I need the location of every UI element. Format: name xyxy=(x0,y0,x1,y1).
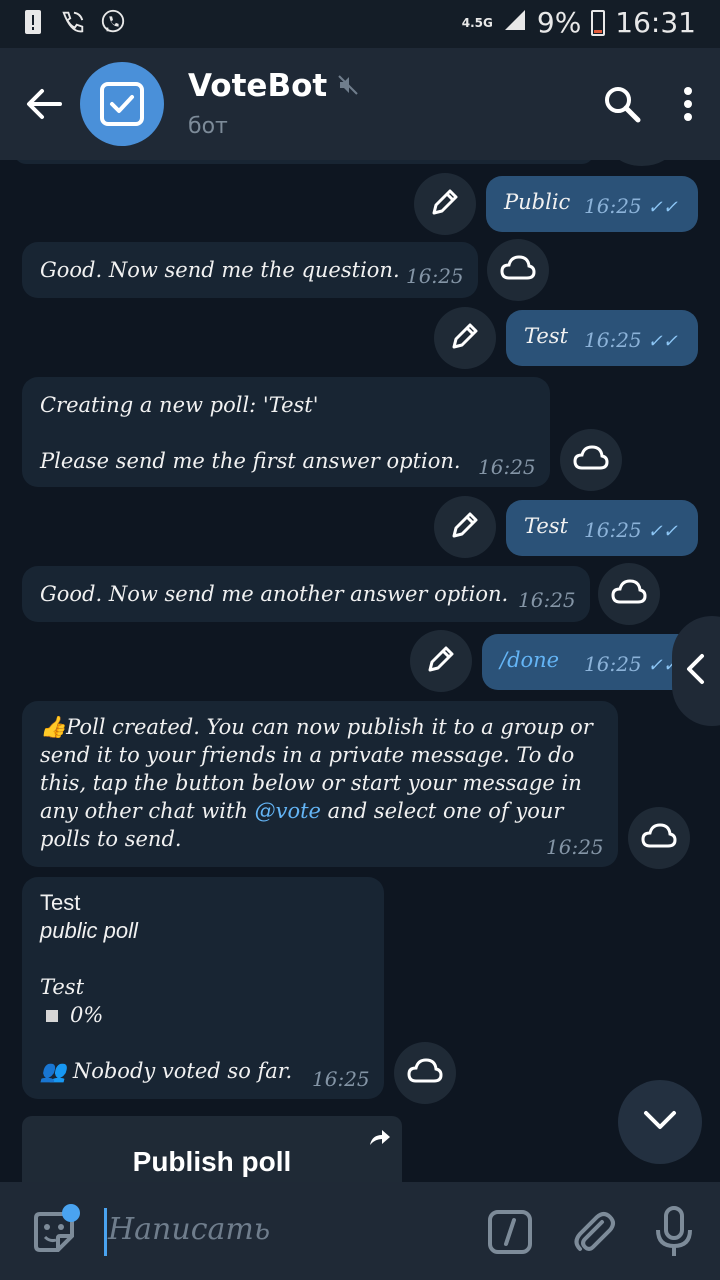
message-text: 👍Poll created. You can now publish it to… xyxy=(40,715,593,851)
cloud-icon xyxy=(641,823,677,853)
edit-button[interactable] xyxy=(434,496,496,558)
message-time: 16:25 xyxy=(584,652,642,676)
share-button[interactable] xyxy=(598,563,660,625)
message-bubble-incoming[interactable]: Good. Now send me another answer option.… xyxy=(22,566,590,622)
message-text: Test xyxy=(524,514,569,538)
message-command[interactable]: /done xyxy=(500,648,559,672)
read-ticks-icon: ✓✓ xyxy=(647,331,678,352)
pencil-icon xyxy=(424,642,458,680)
chat-subtitle: бот xyxy=(188,114,228,139)
publish-poll-button[interactable]: Publish poll xyxy=(22,1116,402,1182)
previous-message-bubble xyxy=(14,160,594,164)
message-bubble-outgoing[interactable]: /done 16:25 ✓✓ xyxy=(482,634,698,690)
message-bubble-outgoing[interactable]: Test 16:25 ✓✓ xyxy=(506,500,698,556)
pencil-icon xyxy=(448,508,482,546)
chat-header: VoteBot бот xyxy=(0,48,720,160)
viber-icon xyxy=(100,8,126,36)
muted-icon xyxy=(337,68,359,104)
microphone-icon[interactable] xyxy=(652,1206,696,1258)
chat-title-text: VoteBot xyxy=(188,68,328,104)
battery-percent: 9% xyxy=(536,6,582,39)
chat-title[interactable]: VoteBot xyxy=(188,68,359,104)
cloud-icon xyxy=(573,445,609,475)
share-button[interactable] xyxy=(560,429,622,491)
pencil-icon xyxy=(448,319,482,357)
message-time: 16:25 xyxy=(584,194,642,218)
message-text: Good. Now send me the question. xyxy=(40,258,400,282)
attach-icon[interactable] xyxy=(572,1208,616,1256)
thumbs-up-icon: 👍 xyxy=(40,715,67,739)
read-ticks-icon: ✓✓ xyxy=(647,197,678,218)
battery-icon xyxy=(591,9,606,36)
publish-poll-label: Publish poll xyxy=(132,1146,292,1177)
phone-wifi-icon xyxy=(60,8,86,36)
side-panel-handle[interactable] xyxy=(672,616,720,726)
clock: 16:31 xyxy=(615,6,696,39)
progress-square-icon xyxy=(46,1010,58,1022)
read-ticks-icon: ✓✓ xyxy=(647,521,678,542)
share-button[interactable] xyxy=(394,1042,456,1104)
signal-icon xyxy=(503,6,527,39)
pencil-icon xyxy=(428,185,462,223)
bot-avatar[interactable] xyxy=(80,62,164,146)
edit-button[interactable] xyxy=(434,307,496,369)
message-text: Public xyxy=(504,190,571,214)
poll-title: Test xyxy=(40,890,81,915)
message-time: 16:25 xyxy=(518,588,576,612)
message-bubble-outgoing[interactable]: Public 16:25 ✓✓ xyxy=(486,176,698,232)
cloud-icon xyxy=(500,255,536,285)
share-button[interactable] xyxy=(487,239,549,301)
edit-button[interactable] xyxy=(410,630,472,692)
mention-link[interactable]: @vote xyxy=(255,799,321,823)
message-text: Test xyxy=(524,324,569,348)
poll-type: public poll xyxy=(40,918,138,943)
share-button[interactable] xyxy=(628,807,690,869)
back-arrow-icon[interactable] xyxy=(22,82,66,126)
cloud-icon xyxy=(611,579,647,609)
message-time: 16:25 xyxy=(584,518,642,542)
network-type: 4.5G xyxy=(461,15,493,30)
text-cursor xyxy=(104,1208,107,1256)
message-text: Good. Now send me another answer option. xyxy=(40,582,509,606)
message-time: 16:25 xyxy=(478,455,536,479)
new-stickers-dot xyxy=(62,1204,80,1222)
message-text-line: Please send me the first answer option. xyxy=(40,449,461,473)
previous-share-button xyxy=(612,160,672,166)
people-icon: 👥 xyxy=(40,1059,67,1083)
message-time: 16:25 xyxy=(406,264,464,288)
share-arrow-icon xyxy=(368,1122,392,1145)
message-time: 16:25 xyxy=(546,835,604,859)
chevron-down-icon xyxy=(642,1109,678,1135)
message-list[interactable]: Public 16:25 ✓✓ Good. Now send me the que… xyxy=(0,160,720,1182)
alert-icon xyxy=(20,8,46,36)
message-time: 16:25 xyxy=(312,1067,370,1091)
message-time: 16:25 xyxy=(584,328,642,352)
poll-option-result: 0% xyxy=(40,1001,366,1029)
poll-message[interactable]: Test public poll Test 0% 👥 Nobody voted … xyxy=(22,877,384,1099)
status-bar: 4.5G 9% 16:31 xyxy=(0,0,720,48)
message-bubble-incoming[interactable]: 👍Poll created. You can now publish it to… xyxy=(22,701,618,867)
chevron-left-icon xyxy=(684,652,706,690)
checkbox-icon xyxy=(100,82,144,126)
more-options-icon[interactable] xyxy=(676,84,700,124)
message-text-line: Creating a new poll: 'Test' xyxy=(40,393,319,417)
message-input[interactable]: Написать xyxy=(108,1212,270,1247)
edit-button[interactable] xyxy=(414,173,476,235)
message-composer: Написать xyxy=(0,1182,720,1280)
message-bubble-outgoing[interactable]: Test 16:25 ✓✓ xyxy=(506,310,698,366)
scroll-down-button[interactable] xyxy=(618,1080,702,1164)
message-bubble-incoming[interactable]: Good. Now send me the question. 16:25 xyxy=(22,242,478,298)
poll-option: Test xyxy=(40,975,85,999)
search-icon[interactable] xyxy=(602,84,642,124)
bot-commands-icon[interactable] xyxy=(488,1210,532,1254)
message-bubble-incoming[interactable]: Creating a new poll: 'Test' Please send … xyxy=(22,377,550,487)
cloud-icon xyxy=(407,1058,443,1088)
